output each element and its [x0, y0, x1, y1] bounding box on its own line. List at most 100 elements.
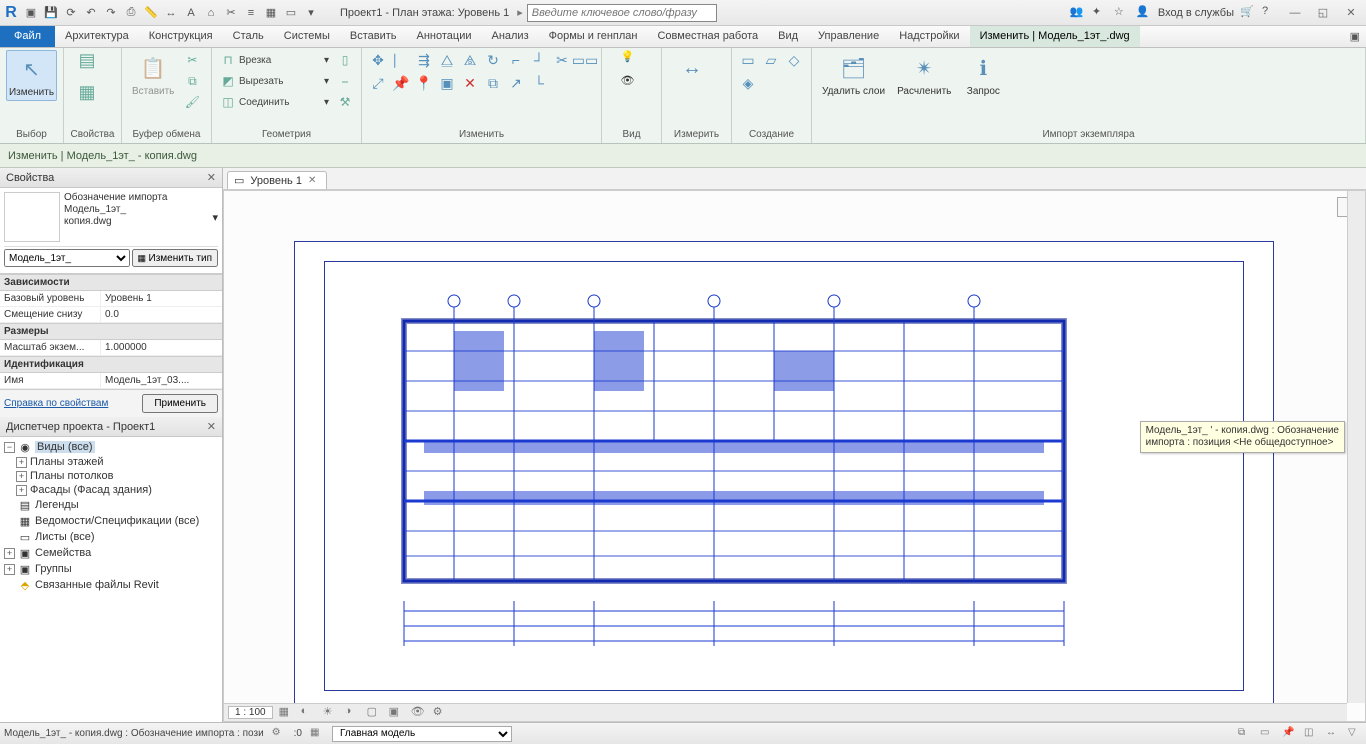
tab-manage[interactable]: Управление: [808, 26, 889, 47]
node-views[interactable]: −◉Виды (все): [2, 439, 220, 455]
select-pinned-icon[interactable]: 📌: [1282, 727, 1296, 741]
node-floor-plans[interactable]: +Планы этажей: [2, 455, 220, 469]
create4-icon[interactable]: ◈: [738, 73, 758, 93]
tab-modify-context[interactable]: Изменить | Модель_1эт_.dwg: [970, 26, 1140, 47]
apply-button[interactable]: Применить: [142, 394, 218, 413]
mirror-icon[interactable]: ⧋: [437, 50, 457, 70]
restore-button[interactable]: ◱: [1312, 5, 1334, 21]
section-icon[interactable]: ✂: [222, 4, 240, 22]
node-sheets[interactable]: ▭Листы (все): [2, 529, 220, 545]
infocenter-icon[interactable]: 👥: [1070, 5, 1086, 21]
print-icon[interactable]: ⎙: [122, 4, 140, 22]
crop-icon[interactable]: ▢: [367, 705, 383, 721]
detail-level-icon[interactable]: ▦: [279, 705, 295, 721]
join-button[interactable]: ◫Соединить▾: [218, 92, 331, 112]
split2-icon[interactable]: ✂: [552, 50, 572, 70]
crop-show-icon[interactable]: ▣: [389, 705, 405, 721]
open-icon[interactable]: ▣: [22, 4, 40, 22]
search-input[interactable]: [527, 4, 717, 22]
select-links-icon[interactable]: ⧉: [1238, 727, 1252, 741]
tab-addins[interactable]: Надстройки: [889, 26, 969, 47]
cope-button[interactable]: ⊓Врезка▾: [218, 50, 331, 70]
main-model-select[interactable]: Главная модель: [332, 726, 512, 742]
tab-annotate[interactable]: Аннотации: [407, 26, 482, 47]
props-help-link[interactable]: Справка по свойствам: [4, 398, 108, 409]
type-dropdown-icon[interactable]: ▾: [212, 211, 218, 224]
modify-tool-button[interactable]: ↖ Изменить: [6, 50, 57, 101]
mirror2-icon[interactable]: ⧌: [460, 50, 480, 70]
hide-iso-icon[interactable]: 👁: [411, 705, 427, 721]
paste-button[interactable]: 📋 Вставить: [128, 50, 178, 99]
query-button[interactable]: ℹ Запрос: [959, 50, 1007, 99]
save-icon[interactable]: 💾: [42, 4, 60, 22]
close-hidden-icon[interactable]: ▦: [262, 4, 280, 22]
3d-icon[interactable]: ⌂: [202, 4, 220, 22]
filter-icon[interactable]: ▽: [1348, 727, 1362, 741]
show-icon[interactable]: 👁: [621, 74, 643, 96]
browser-close-icon[interactable]: ✕: [207, 420, 216, 433]
node-links[interactable]: ⬘Связанные файлы Revit: [2, 577, 220, 593]
star-icon[interactable]: ☆: [1114, 5, 1130, 21]
sun-path-icon[interactable]: ☀: [323, 705, 339, 721]
measure-button[interactable]: ↔: [668, 50, 716, 86]
node-schedules[interactable]: ▦Ведомости/Спецификации (все): [2, 513, 220, 529]
visual-style-icon[interactable]: ◐: [301, 705, 317, 721]
node-elevations[interactable]: +Фасады (Фасад здания): [2, 483, 220, 497]
geom2-button[interactable]: ⎯: [335, 71, 355, 91]
pin-icon[interactable]: 📌: [391, 73, 411, 93]
create1-icon[interactable]: ▭: [738, 50, 758, 70]
geom1-button[interactable]: ▯: [335, 50, 355, 70]
tab-massing[interactable]: Формы и генплан: [539, 26, 648, 47]
instance-select[interactable]: Модель_1эт_: [4, 249, 130, 267]
scale-selector[interactable]: 1 : 100: [228, 706, 273, 719]
undo-icon[interactable]: ↶: [82, 4, 100, 22]
prop-name[interactable]: ИмяМодель_1эт_03....: [0, 373, 222, 389]
copy-small-button[interactable]: ⧉: [182, 71, 202, 91]
hide-icon[interactable]: 💡: [621, 50, 643, 72]
unpin-icon[interactable]: 📍: [414, 73, 434, 93]
exchange-icon[interactable]: 🛒: [1240, 5, 1256, 21]
explode-button[interactable]: ✴ Расчленить: [893, 50, 955, 99]
edit-type-button[interactable]: ▦ Изменить тип: [132, 249, 218, 267]
tab-systems[interactable]: Системы: [274, 26, 340, 47]
dim-icon[interactable]: ↔: [162, 4, 180, 22]
cut-small-button[interactable]: ✂: [182, 50, 202, 70]
corner-icon[interactable]: └: [529, 73, 549, 93]
tab-structure[interactable]: Конструкция: [139, 26, 223, 47]
scale-icon[interactable]: ⤢: [368, 73, 388, 93]
redo-icon[interactable]: ↷: [102, 4, 120, 22]
move-icon[interactable]: ✥: [368, 50, 388, 70]
status-icon1[interactable]: ⚙: [272, 727, 286, 741]
match-small-button[interactable]: 🖌: [182, 92, 202, 112]
create3-icon[interactable]: ◇: [784, 50, 804, 70]
tab-view[interactable]: Вид: [768, 26, 808, 47]
select-face-icon[interactable]: ◫: [1304, 727, 1318, 741]
tab-architecture[interactable]: Архитектура: [55, 26, 139, 47]
drawing-canvas[interactable]: Модель_1эт_ ' - копия.dwg : Обозначение …: [223, 190, 1366, 722]
qat-dropdown-icon[interactable]: ▾: [302, 4, 320, 22]
delete-icon[interactable]: ✕: [460, 73, 480, 93]
file-tab[interactable]: Файл: [0, 26, 55, 47]
help-icon[interactable]: ?: [1262, 5, 1278, 21]
type-props-icon[interactable]: ▦: [79, 82, 107, 110]
ribbon-collapse-icon[interactable]: ▣: [1344, 26, 1366, 47]
thin-lines-icon[interactable]: ≡: [242, 4, 260, 22]
sync-icon[interactable]: ⟳: [62, 4, 80, 22]
cut-geom-button[interactable]: ◩Вырезать▾: [218, 71, 331, 91]
measure-icon[interactable]: 📏: [142, 4, 160, 22]
delete-layers-button[interactable]: 🗂 Удалить слои: [818, 50, 889, 99]
array-icon[interactable]: ▭▭: [575, 50, 595, 70]
tab-analyze[interactable]: Анализ: [481, 26, 538, 47]
vertical-scrollbar[interactable]: [1347, 191, 1365, 703]
text-icon[interactable]: A: [182, 4, 200, 22]
rotate-icon[interactable]: ↻: [483, 50, 503, 70]
worksets-icon[interactable]: ▦: [310, 727, 324, 741]
copy2-icon[interactable]: ⧉: [483, 73, 503, 93]
close-button[interactable]: ✕: [1340, 5, 1362, 21]
select-underlay-icon[interactable]: ▭: [1260, 727, 1274, 741]
extend-icon[interactable]: ↗: [506, 73, 526, 93]
user-icon[interactable]: 👤: [1136, 5, 1152, 21]
prop-base-level[interactable]: Базовый уровеньУровень 1: [0, 291, 222, 307]
geom3-button[interactable]: ⚒: [335, 92, 355, 112]
create2-icon[interactable]: ▱: [761, 50, 781, 70]
